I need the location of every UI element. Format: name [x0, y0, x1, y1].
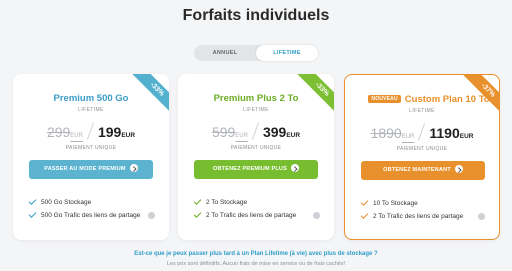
plan-card-custom-plan: -37% NOUVEAU Custom Plan 10 To LIFETIME 1… [344, 74, 500, 240]
arrow-right-icon [129, 164, 138, 172]
plan-card-premium-plus: -33% Premium Plus 2 To LIFETIME 599EUR 39… [178, 74, 334, 240]
feature-item: 500 Go Trafic des liens de partage [28, 209, 155, 222]
plan-subtitle: LIFETIME [243, 107, 269, 113]
old-price: 1890EUR [370, 125, 415, 141]
price-separator [86, 122, 95, 140]
payment-note: PAIEMENT UNIQUE [396, 146, 448, 152]
upgrade-premium-button[interactable]: PASSER AU MODE PREMIUM [29, 160, 153, 179]
check-icon [28, 197, 37, 205]
arrow-right-icon [290, 164, 299, 172]
feature-item: 2 To Stockage [193, 196, 320, 209]
feature-item: 2 To Trafic des liens de partage [193, 209, 320, 222]
arrow-right-icon [454, 165, 463, 173]
info-icon[interactable] [148, 212, 155, 219]
price-separator [418, 123, 426, 141]
new-badge: NOUVEAU [368, 95, 401, 103]
get-custom-plan-button[interactable]: OBTENEZ MAINTENANT [361, 161, 485, 180]
info-icon[interactable] [478, 213, 485, 220]
price-separator [251, 122, 260, 140]
page-title: Forfaits individuels [182, 7, 330, 24]
old-price: 599EUR [211, 124, 248, 140]
old-price: 299EUR [46, 124, 83, 140]
feature-item: 2 To Trafic des liens de partage [360, 210, 485, 223]
price-row: 299EUR 199EUR [13, 122, 169, 144]
price-row: 1890EUR 1190EUR [345, 123, 499, 145]
check-icon [360, 198, 369, 206]
plan-name: Premium 500 Go [53, 93, 129, 104]
get-premium-plus-button[interactable]: OBTENEZ PREMIUM PLUS [194, 160, 318, 179]
check-icon [193, 210, 202, 218]
current-price: 1190EUR [429, 125, 474, 141]
feature-item: 10 To Stockage [360, 197, 485, 210]
feature-item: 500 Go Stockage [28, 196, 155, 209]
payment-note: PAIEMENT UNIQUE [65, 145, 117, 151]
check-icon [193, 197, 202, 205]
feature-list: 10 To Stockage 2 To Trafic des liens de … [360, 197, 485, 223]
faq-answer: Les prix sont définitifs. Aucun frais de… [166, 261, 346, 267]
plan-card-premium-500: -33% Premium 500 Go LIFETIME 299EUR 199EU… [13, 74, 169, 240]
current-price: 399EUR [262, 124, 301, 140]
info-icon[interactable] [313, 212, 320, 219]
toggle-option-lifetime[interactable]: LIFETIME [256, 45, 318, 61]
feature-list: 500 Go Stockage 500 Go Trafic des liens … [28, 196, 155, 222]
plan-name: NOUVEAU Custom Plan 10 To [359, 94, 499, 105]
toggle-option-annuel[interactable]: ANNUEL [194, 45, 256, 61]
payment-note: PAIEMENT UNIQUE [230, 145, 282, 151]
billing-toggle[interactable]: ANNUEL LIFETIME [194, 45, 318, 61]
price-row: 599EUR 399EUR [178, 122, 334, 144]
faq-question-link[interactable]: Est-ce que je peux passer plus tard à un… [0, 251, 512, 257]
current-price: 199EUR [97, 124, 136, 140]
plan-name: Premium Plus 2 To [213, 93, 299, 104]
plan-subtitle: LIFETIME [409, 108, 435, 114]
plan-subtitle: LIFETIME [78, 107, 104, 113]
check-icon [360, 211, 369, 219]
check-icon [28, 210, 37, 218]
feature-list: 2 To Stockage 2 To Trafic des liens de p… [193, 196, 320, 222]
